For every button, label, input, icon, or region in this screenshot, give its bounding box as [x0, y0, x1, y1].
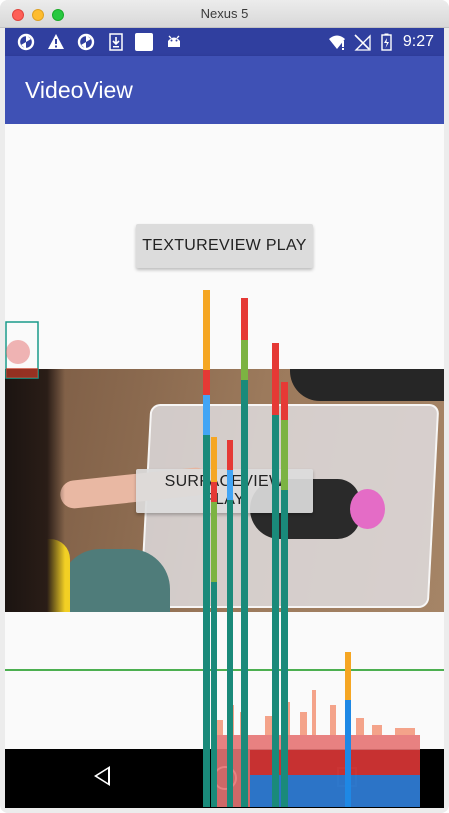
video-scene-toy — [350, 489, 385, 529]
app-bar: VideoView — [5, 56, 444, 124]
main-content: TEXTUREVIEW PLAY SURFACEVIEW PLAY — [5, 124, 444, 749]
no-sim-icon — [354, 34, 371, 51]
status-time: 9:27 — [402, 33, 434, 50]
status-bar: 9:27 — [5, 28, 444, 56]
window-titlebar: Nexus 5 — [0, 0, 449, 28]
sync-icon — [77, 33, 95, 51]
video-scene-object — [290, 369, 444, 401]
video-scene-hair — [5, 369, 65, 612]
device-screen: 9:27 VideoView TEXTUREVIEW PLAY SURFACEV… — [5, 28, 444, 808]
emulator-window: Nexus 5 9:27 VideoView TEXTUREVIEW PLAY — [0, 0, 449, 813]
app-title: VideoView — [25, 77, 133, 103]
video-scene-jeans — [60, 549, 170, 612]
sync-icon — [17, 33, 35, 51]
textureview-play-button[interactable]: TEXTUREVIEW PLAY — [136, 224, 313, 268]
window-title: Nexus 5 — [200, 6, 249, 21]
download-icon — [109, 33, 123, 51]
white-square-icon — [135, 33, 153, 51]
surfaceview-play-button[interactable]: SURFACEVIEW PLAY — [136, 469, 313, 513]
recents-icon[interactable] — [337, 767, 357, 787]
wifi-icon — [329, 35, 345, 50]
android-icon — [168, 35, 180, 47]
back-icon[interactable] — [94, 766, 110, 786]
battery-icon — [381, 33, 392, 51]
warning-icon — [48, 34, 64, 49]
home-icon[interactable] — [213, 766, 237, 790]
navigation-bar — [5, 749, 444, 808]
